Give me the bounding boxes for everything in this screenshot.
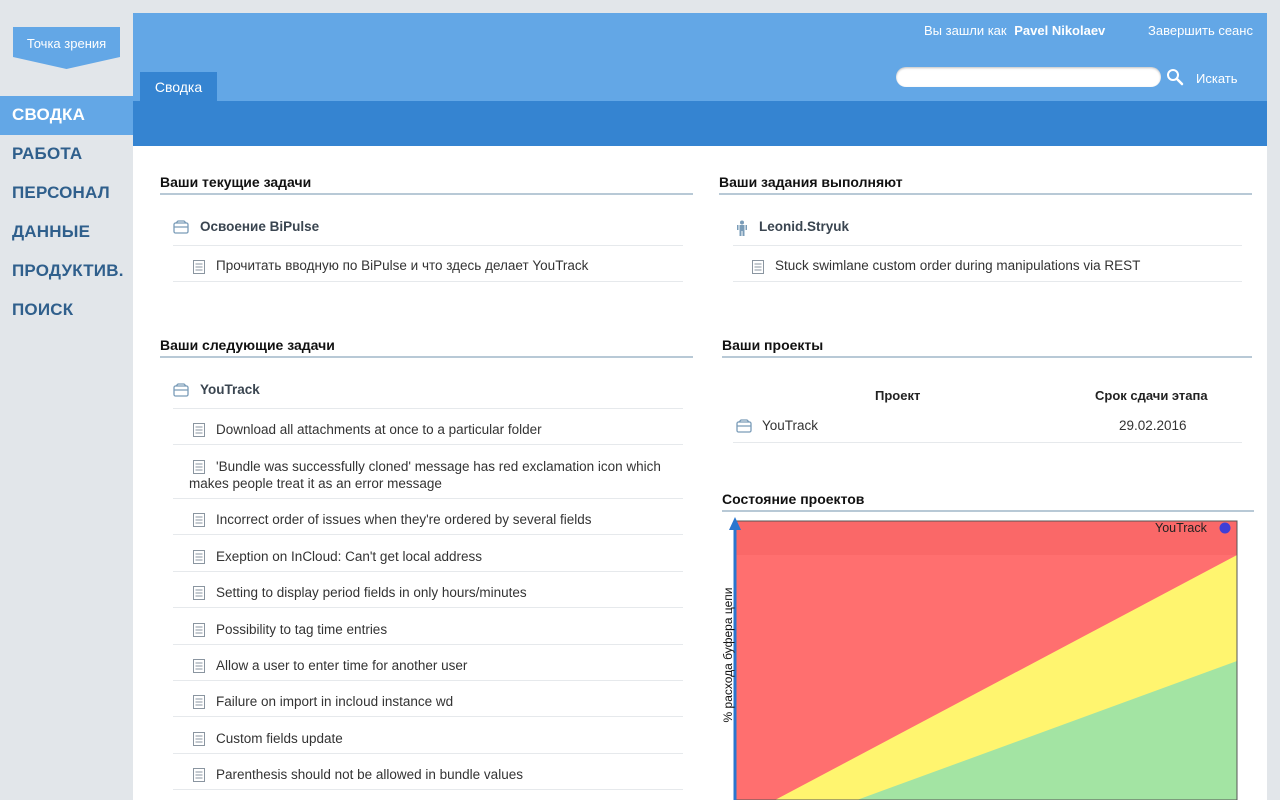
y-axis-label: % расхода буфера цепи	[721, 587, 735, 723]
main-panel: Вы зашли как Pavel Nikolaev Завершить се…	[133, 13, 1267, 800]
user-name[interactable]: Pavel Nikolaev	[1014, 23, 1105, 38]
task-row[interactable]: 'Bundle was successfully cloned' message…	[173, 456, 683, 499]
legend-label-youtrack: YouTrack	[1155, 521, 1207, 535]
sidebar-item-summary[interactable]: СВОДКА	[0, 96, 133, 135]
project-status-title: Состояние проектов	[722, 491, 1254, 512]
sidebar-item-work[interactable]: РАБОТА	[0, 135, 133, 174]
user-info: Вы зашли как Pavel Nikolaev	[924, 23, 1105, 38]
projects-title: Ваши проекты	[722, 337, 1252, 358]
task-row[interactable]: Possibility to tag time entries	[173, 619, 683, 645]
column-header-deadline: Срок сдачи этапа	[1095, 388, 1208, 403]
sidebar-item-data[interactable]: ДАННЫЕ	[0, 213, 133, 252]
task-title[interactable]: Possibility to tag time entries	[216, 622, 387, 637]
next-task-project[interactable]: YouTrack	[173, 381, 683, 409]
task-document-icon	[752, 260, 764, 274]
logo-label: Точка зрения	[26, 36, 107, 51]
task-document-icon	[193, 623, 205, 637]
next-tasks-title: Ваши следующие задачи	[160, 337, 693, 358]
assignee-name: Leonid.Stryuk	[759, 219, 850, 234]
task-row[interactable]: Failure on import in incloud instance wd	[173, 691, 683, 717]
task-document-icon	[193, 423, 205, 437]
sidebar-nav: СВОДКА РАБОТА ПЕРСОНАЛ ДАННЫЕ ПРОДУКТИВ.…	[0, 96, 133, 330]
assignee-row[interactable]: Leonid.Stryuk	[733, 218, 1242, 246]
task-row[interactable]: Прочитать вводную по BiPulse и что здесь…	[173, 256, 683, 282]
logo[interactable]: Точка зрения	[13, 27, 120, 69]
sidebar-item-search[interactable]: ПОИСК	[0, 291, 133, 330]
logout-link[interactable]: Завершить сеанс	[1148, 23, 1253, 38]
tab-summary[interactable]: Сводка	[140, 72, 217, 101]
task-title[interactable]: Failure on import in incloud instance wd	[216, 694, 453, 709]
current-tasks-title: Ваши текущие задачи	[160, 174, 693, 195]
search-input[interactable]	[896, 67, 1161, 87]
task-document-icon	[193, 460, 205, 474]
task-document-icon	[193, 586, 205, 600]
task-document-icon	[193, 513, 205, 527]
project-box-icon	[173, 220, 189, 234]
task-document-icon	[193, 260, 205, 274]
task-title[interactable]: Incorrect order of issues when they're o…	[216, 512, 592, 527]
task-title[interactable]: Exeption on InCloud: Can't get local add…	[216, 549, 482, 564]
task-document-icon	[193, 732, 205, 746]
task-document-icon	[193, 550, 205, 564]
project-name: Освоение BiPulse	[200, 219, 320, 234]
task-document-icon	[193, 768, 205, 782]
search-button[interactable]: Искать	[1196, 71, 1238, 86]
project-name[interactable]: YouTrack	[762, 418, 818, 433]
task-title[interactable]: Parenthesis should not be allowed in bun…	[216, 767, 523, 782]
project-box-icon	[173, 383, 189, 397]
header-band	[133, 101, 1267, 146]
project-row[interactable]: YouTrack 29.02.2016	[733, 417, 1242, 443]
task-row[interactable]: Exeption on InCloud: Can't get local add…	[173, 546, 683, 572]
sidebar-item-productivity[interactable]: ПРОДУКТИВ.	[0, 252, 133, 291]
chart-canvas	[729, 517, 1238, 800]
task-title[interactable]: Download all attachments at once to a pa…	[216, 422, 542, 437]
task-title[interactable]: Allow a user to enter time for another u…	[216, 658, 467, 673]
sidebar-item-staff[interactable]: ПЕРСОНАЛ	[0, 174, 133, 213]
task-row[interactable]: Setting to display period fields in only…	[173, 582, 683, 608]
task-row[interactable]: Custom fields update	[173, 728, 683, 754]
task-title[interactable]: 'Bundle was successfully cloned' message…	[216, 459, 661, 474]
task-row[interactable]: Parenthesis should not be allowed in bun…	[173, 764, 683, 790]
project-name: YouTrack	[200, 382, 260, 397]
assigned-to-others-title: Ваши задания выполняют	[719, 174, 1252, 195]
project-status-chart: % расхода буфера цепи YouTrack	[719, 513, 1239, 800]
project-deadline: 29.02.2016	[1119, 418, 1187, 433]
task-title[interactable]: Stuck swimlane custom order during manip…	[775, 258, 1140, 273]
task-document-icon	[193, 659, 205, 673]
person-icon	[737, 220, 747, 236]
task-title[interactable]: Прочитать вводную по BiPulse и что здесь…	[216, 258, 588, 273]
task-document-icon	[193, 695, 205, 709]
task-title[interactable]: Custom fields update	[216, 731, 343, 746]
project-box-icon	[736, 419, 752, 433]
column-header-project: Проект	[875, 388, 921, 403]
task-row[interactable]: Download all attachments at once to a pa…	[173, 419, 683, 445]
task-row[interactable]: Stuck swimlane custom order during manip…	[733, 256, 1242, 282]
task-title[interactable]: Setting to display period fields in only…	[216, 585, 527, 600]
legend-marker-youtrack	[1219, 522, 1231, 534]
logged-in-prefix: Вы зашли как	[924, 23, 1007, 38]
search-icon[interactable]	[1166, 68, 1184, 86]
task-row[interactable]: Allow a user to enter time for another u…	[173, 655, 683, 681]
task-title-continued[interactable]: makes people treat it as an error messag…	[189, 476, 442, 491]
task-row[interactable]: Incorrect order of issues when they're o…	[173, 509, 683, 535]
current-task-project[interactable]: Освоение BiPulse	[173, 218, 683, 246]
